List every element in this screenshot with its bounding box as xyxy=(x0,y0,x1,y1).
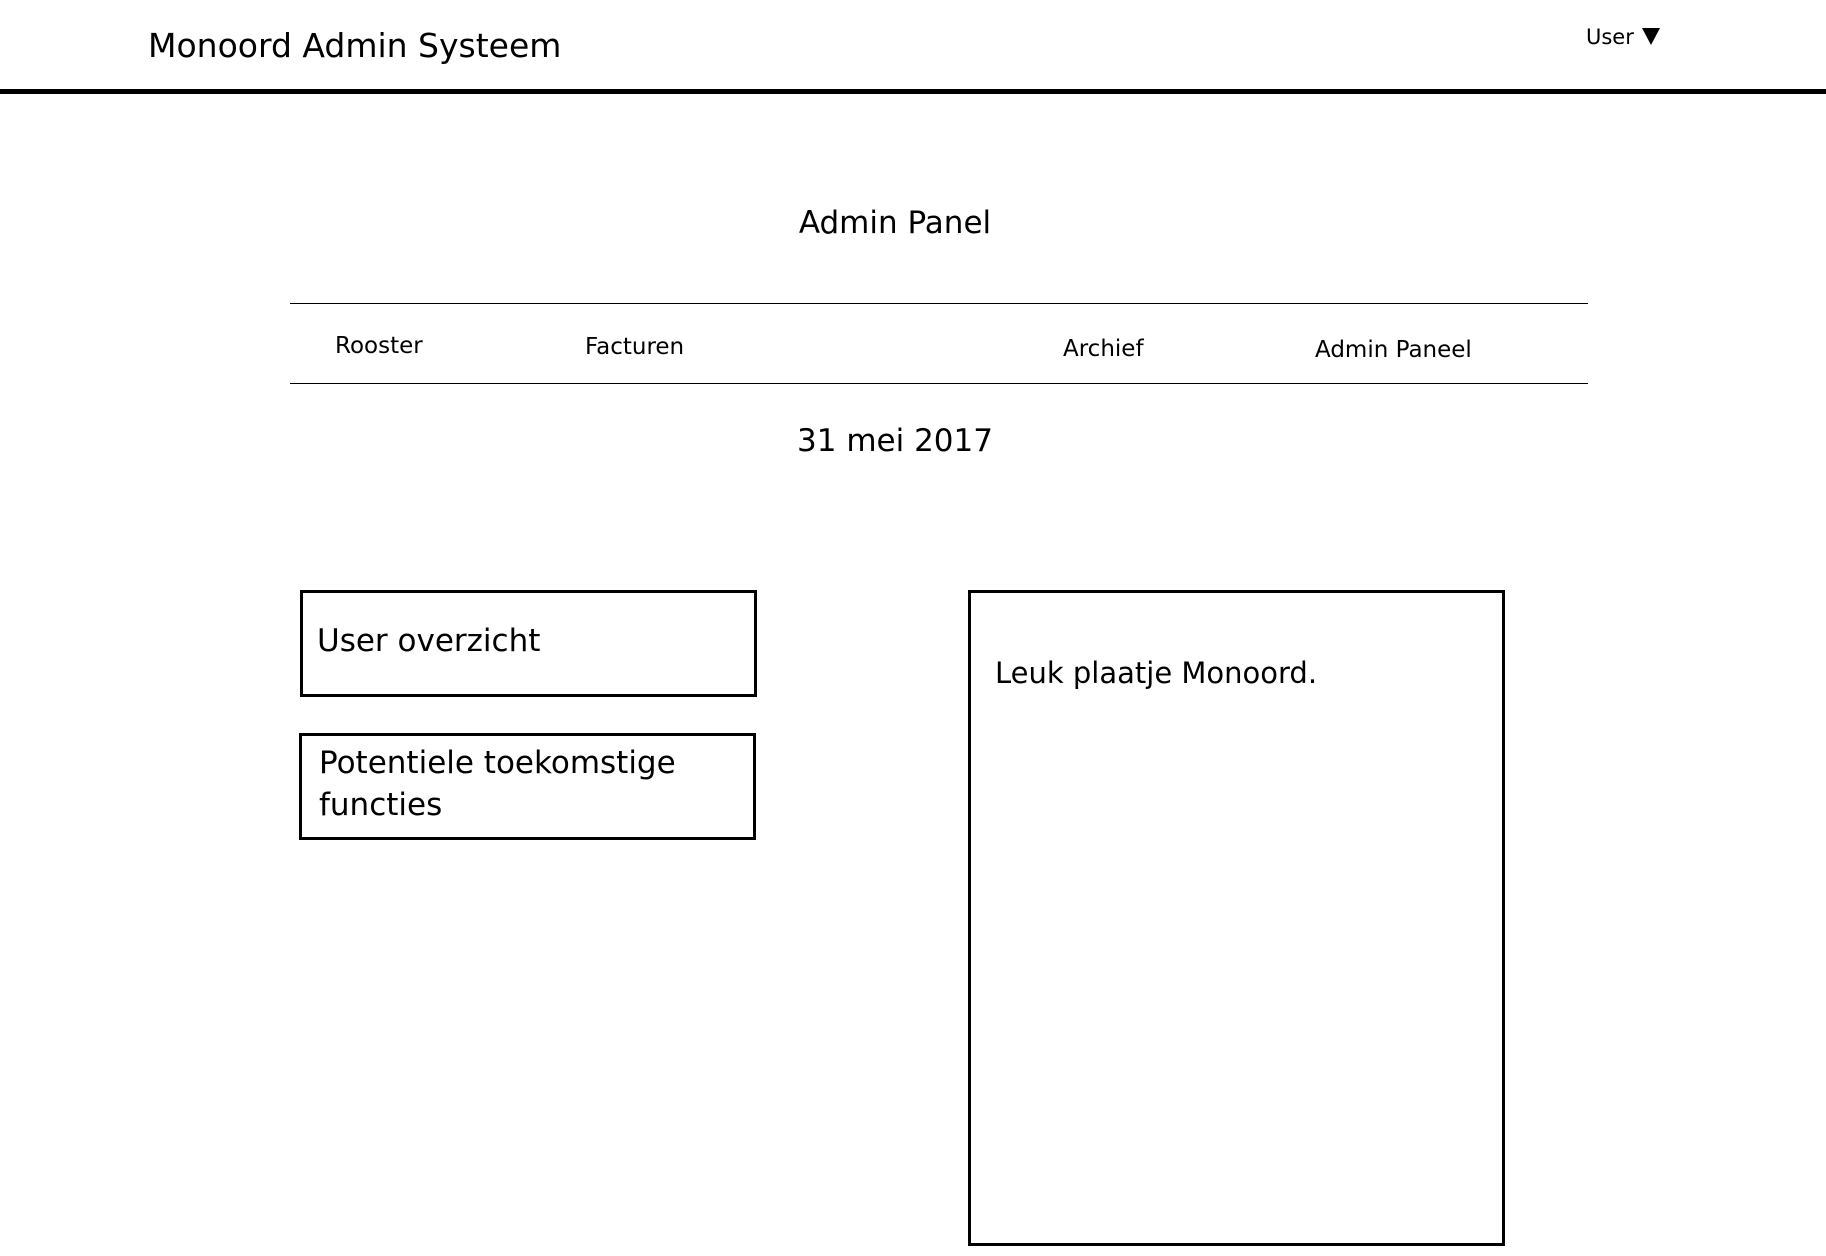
user-menu-label: User xyxy=(1586,25,1634,49)
user-overview-label: User overzicht xyxy=(317,623,541,659)
image-placeholder: Leuk plaatje Monoord. xyxy=(968,590,1505,1246)
nav-item-admin-paneel[interactable]: Admin Paneel xyxy=(1315,335,1472,365)
current-date: 31 mei 2017 xyxy=(797,423,993,459)
nav-item-rooster[interactable]: Rooster xyxy=(335,331,423,361)
caret-down-icon xyxy=(1641,27,1660,45)
nav-bottom-divider xyxy=(290,383,1588,384)
future-features-tile[interactable]: Potentiele toekomstige functies xyxy=(299,733,756,840)
nav-item-facturen[interactable]: Facturen xyxy=(585,332,684,362)
image-caption: Leuk plaatje Monoord. xyxy=(995,656,1318,690)
user-menu-dropdown[interactable]: User xyxy=(1586,22,1660,52)
header-divider xyxy=(0,89,1826,94)
nav-top-divider xyxy=(290,303,1588,304)
nav-item-archief[interactable]: Archief xyxy=(1063,334,1144,364)
user-overview-tile[interactable]: User overzicht xyxy=(300,590,757,697)
page-title: Admin Panel xyxy=(798,205,992,241)
app-title: Monoord Admin Systeem xyxy=(148,26,562,65)
future-features-label: Potentiele toekomstige functies xyxy=(319,745,676,823)
